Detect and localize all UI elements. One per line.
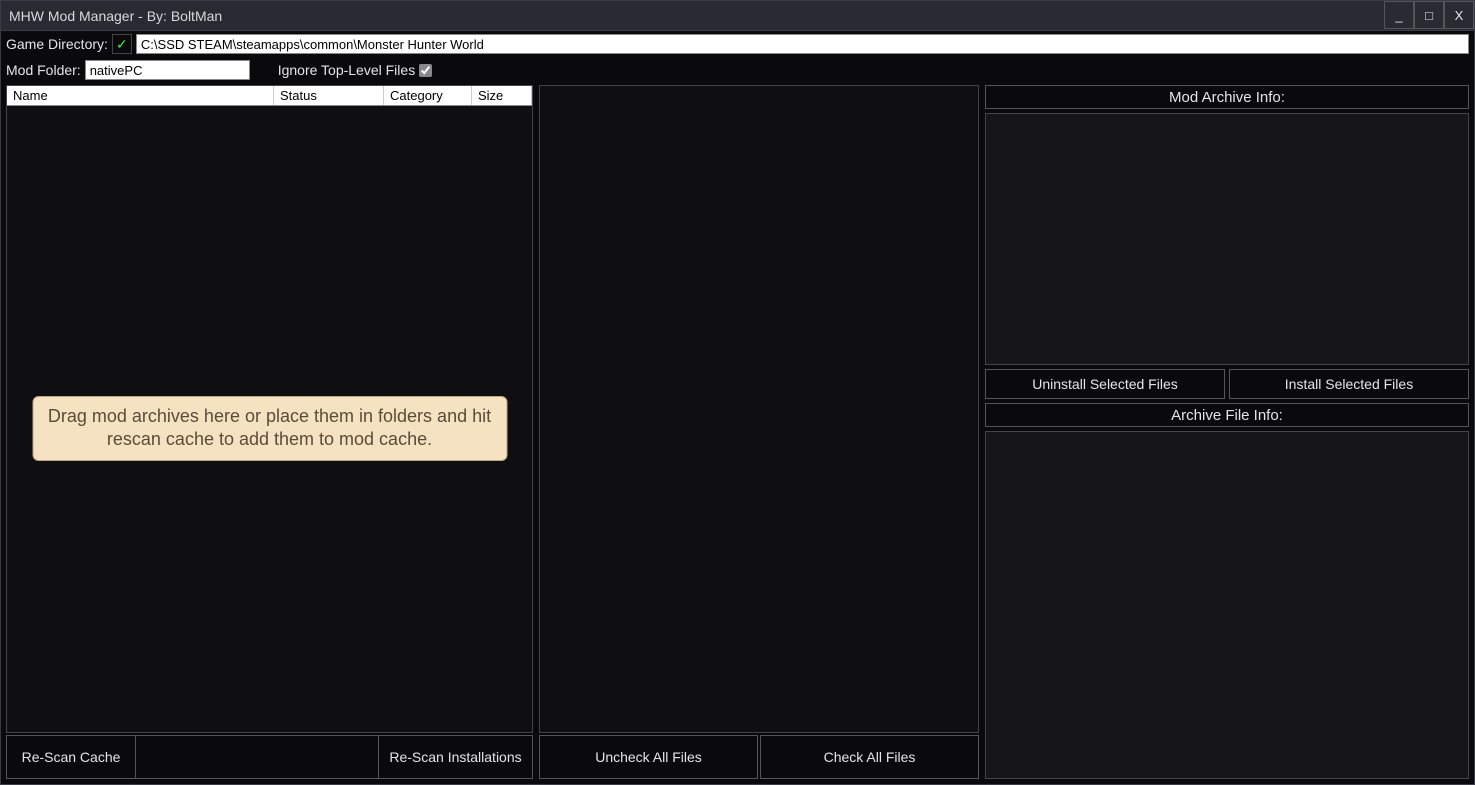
uninstall-selected-button[interactable]: Uninstall Selected Files xyxy=(985,369,1225,399)
right-panel: Mod Archive Info: Uninstall Selected Fil… xyxy=(985,85,1469,779)
mod-list[interactable]: Name Status Category Size Drag mod archi… xyxy=(6,85,533,733)
window-controls: _ □ X xyxy=(1384,1,1474,30)
game-directory-input[interactable] xyxy=(136,34,1469,54)
uncheck-all-button[interactable]: Uncheck All Files xyxy=(539,735,758,779)
middle-buttons: Uncheck All Files Check All Files xyxy=(539,735,979,779)
minimize-button[interactable]: _ xyxy=(1384,1,1414,29)
ignore-top-level-label: Ignore Top-Level Files xyxy=(278,62,415,78)
ignore-top-level-checkbox[interactable] xyxy=(419,64,432,77)
left-button-spacer xyxy=(136,735,378,779)
check-all-button[interactable]: Check All Files xyxy=(760,735,979,779)
mod-folder-label: Mod Folder: xyxy=(6,62,81,78)
mod-archive-info-box xyxy=(985,113,1469,365)
column-name[interactable]: Name xyxy=(7,86,274,105)
app-window: MHW Mod Manager - By: BoltMan _ □ X Game… xyxy=(0,0,1475,785)
maximize-icon: □ xyxy=(1425,8,1433,23)
archive-file-info-header: Archive File Info: xyxy=(985,403,1469,427)
window-title: MHW Mod Manager - By: BoltMan xyxy=(9,8,1384,24)
game-directory-row: Game Directory: ✓ xyxy=(1,31,1474,57)
mod-folder-row: Mod Folder: Ignore Top-Level Files xyxy=(1,57,1474,83)
main-area: Name Status Category Size Drag mod archi… xyxy=(1,83,1474,784)
directory-valid-check: ✓ xyxy=(112,34,132,54)
rescan-cache-button[interactable]: Re-Scan Cache xyxy=(6,735,136,779)
right-buttons: Uninstall Selected Files Install Selecte… xyxy=(985,369,1469,399)
archive-file-info-box xyxy=(985,431,1469,779)
maximize-button[interactable]: □ xyxy=(1414,1,1444,29)
column-size[interactable]: Size xyxy=(472,86,532,105)
close-button[interactable]: X xyxy=(1444,1,1474,29)
titlebar[interactable]: MHW Mod Manager - By: BoltMan _ □ X xyxy=(1,1,1474,31)
left-buttons: Re-Scan Cache Re-Scan Installations xyxy=(6,735,533,779)
mod-list-body[interactable]: Drag mod archives here or place them in … xyxy=(7,106,532,732)
left-panel: Name Status Category Size Drag mod archi… xyxy=(6,85,533,779)
column-status[interactable]: Status xyxy=(274,86,384,105)
mod-archive-info-header: Mod Archive Info: xyxy=(985,85,1469,109)
middle-panel: Uncheck All Files Check All Files xyxy=(539,85,979,779)
archive-file-list[interactable] xyxy=(539,85,979,733)
close-icon: X xyxy=(1455,8,1464,23)
minimize-icon: _ xyxy=(1395,8,1402,23)
mod-list-header: Name Status Category Size xyxy=(7,86,532,106)
check-icon: ✓ xyxy=(116,36,128,53)
rescan-installations-button[interactable]: Re-Scan Installations xyxy=(378,735,533,779)
game-directory-label: Game Directory: xyxy=(6,36,108,52)
drag-hint-tooltip: Drag mod archives here or place them in … xyxy=(32,396,507,461)
mod-folder-input[interactable] xyxy=(85,60,250,80)
column-category[interactable]: Category xyxy=(384,86,472,105)
install-selected-button[interactable]: Install Selected Files xyxy=(1229,369,1469,399)
